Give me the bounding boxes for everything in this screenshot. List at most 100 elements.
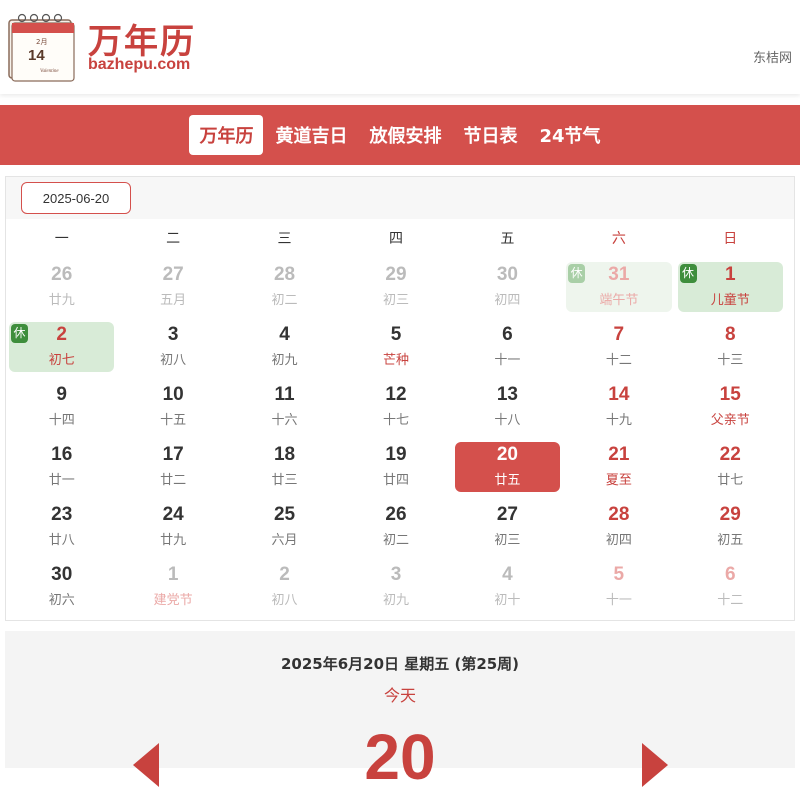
calendar-day[interactable]: 27 五月 [117,259,228,319]
calendar-day[interactable]: 27 初三 [452,499,563,559]
day-number: 4 [279,324,290,345]
calendar-day[interactable]: 22 廿七 [675,439,786,499]
calendar-day-today[interactable]: 20 廿五 [452,439,563,499]
day-number: 22 [719,444,741,465]
day-number: 24 [162,504,184,525]
calendar-day[interactable]: 8 十三 [675,319,786,379]
weekday-label: 日 [723,231,738,247]
calendar-day[interactable]: 3 初八 [117,319,228,379]
lunar-date: 初八 [160,353,187,368]
lunar-date: 初二 [271,293,298,308]
calendar-day[interactable]: 13 十八 [452,379,563,439]
lunar-date: 廿七 [717,473,744,488]
calendar-day[interactable]: 16 廿一 [6,439,117,499]
today-link[interactable]: 今天 [5,682,795,706]
calendar-day[interactable]: 21 夏至 [563,439,674,499]
weekday-label: 二 [166,231,181,247]
calendar-day[interactable]: 18 廿三 [229,439,340,499]
day-number: 29 [385,264,407,285]
calendar-day[interactable]: 5 芒种 [340,319,451,379]
calendar-day[interactable]: 休 2 初七 [6,319,117,379]
calendar-day[interactable]: 19 廿四 [340,439,451,499]
lunar-date: 初五 [717,533,744,548]
calendar-day[interactable]: 3 初九 [340,559,451,619]
day-detail-panel: 2025年6月20日 星期五 (第25周) 今天 20 [5,631,795,789]
lunar-date: 十二 [717,593,744,608]
nav-item[interactable]: 放假安排 [359,115,451,155]
calendar-day[interactable]: 28 初二 [229,259,340,319]
next-day-arrow-icon[interactable] [642,743,668,787]
calendar-day[interactable]: 26 初二 [340,499,451,559]
nav-item[interactable]: 24节气 [529,115,610,155]
lunar-date: 父亲节 [710,413,750,428]
lunar-date: 初七 [48,353,75,368]
day-number: 21 [608,444,630,465]
nav-item[interactable]: 黄道吉日 [265,115,357,155]
svg-text:Valentine: Valentine [40,69,59,74]
day-number: 16 [51,444,73,465]
calendar-day[interactable]: 14 十九 [563,379,674,439]
lunar-date: 十一 [494,353,521,368]
calendar-day[interactable]: 5 十一 [563,559,674,619]
lunar-date: 十三 [717,353,744,368]
day-number: 11 [274,384,295,405]
calendar-day[interactable]: 26 廿九 [6,259,117,319]
calendar-day[interactable]: 休 1 儿童节 [675,259,786,319]
day-number: 5 [390,324,402,345]
calendar-day[interactable]: 17 廿二 [117,439,228,499]
day-number: 31 [608,264,630,285]
lunar-date: 初四 [605,533,632,548]
site-name-link[interactable]: 东桔网 [753,47,792,66]
calendar-day[interactable]: 25 六月 [229,499,340,559]
nav-item[interactable]: 万年历 [189,115,264,155]
calendar-day[interactable]: 10 十五 [117,379,228,439]
day-number: 26 [51,264,73,285]
nav-item[interactable]: 节日表 [453,115,527,155]
lunar-date: 初三 [494,533,521,548]
calendar-day[interactable]: 7 十二 [563,319,674,379]
lunar-date: 十九 [605,413,632,428]
day-number: 7 [613,324,625,345]
calendar-day[interactable]: 29 初五 [675,499,786,559]
lunar-date: 初四 [494,293,521,308]
calendar-day[interactable]: 1 建党节 [117,559,228,619]
lunar-date: 廿四 [382,473,409,488]
calendar-day[interactable]: 30 初六 [6,559,117,619]
day-number: 1 [167,564,179,585]
calendar-week-row: 休 2 初七 3 初八 4 初九 5 芒种 6 十一 7 十二 8 十三 [6,319,794,379]
calendar-day[interactable]: 24 廿九 [117,499,228,559]
calendar-day[interactable]: 28 初四 [563,499,674,559]
lunar-date: 十二 [605,353,632,368]
calendar-week-row: 26 廿九 27 五月 28 初二 29 初三 30 初四休 31 端午节休 1 儿童节 [6,259,794,319]
lunar-date: 廿二 [160,473,187,488]
calendar-day[interactable]: 4 初十 [452,559,563,619]
calendar-day[interactable]: 15 父亲节 [675,379,786,439]
day-number: 13 [496,384,518,405]
calendar-toolbar: 2025-06-20 [6,177,794,219]
date-picker[interactable]: 2025-06-20 [21,182,131,214]
calendar-day[interactable]: 4 初九 [229,319,340,379]
day-number: 15 [719,384,741,405]
calendar-day[interactable]: 6 十一 [452,319,563,379]
calendar-day[interactable]: 29 初三 [340,259,451,319]
desk-calendar-logo-icon[interactable]: 2月 14 Valentine [6,10,78,82]
lunar-date: 廿一 [48,473,75,488]
main-nav: 万年历 黄道吉日 放假安排 节日表 24节气 [0,105,800,165]
lunar-date: 五月 [160,293,187,308]
day-number: 26 [385,504,407,525]
calendar-day[interactable]: 30 初四 [452,259,563,319]
calendar-day[interactable]: 2 初八 [229,559,340,619]
calendar-day[interactable]: 23 廿八 [6,499,117,559]
lunar-date: 廿八 [48,533,75,548]
calendar-day[interactable]: 12 十七 [340,379,451,439]
day-number: 25 [273,504,296,525]
calendar-day[interactable]: 11 十六 [229,379,340,439]
logo-domain[interactable]: bazhepu.com [88,56,190,74]
weekday-label: 六 [611,231,626,247]
day-number: 2 [56,324,67,345]
calendar-day[interactable]: 休 31 端午节 [563,259,674,319]
lunar-date: 芒种 [382,353,409,368]
day-number: 30 [51,564,73,585]
calendar-day[interactable]: 6 十二 [675,559,786,619]
calendar-day[interactable]: 9 十四 [6,379,117,439]
